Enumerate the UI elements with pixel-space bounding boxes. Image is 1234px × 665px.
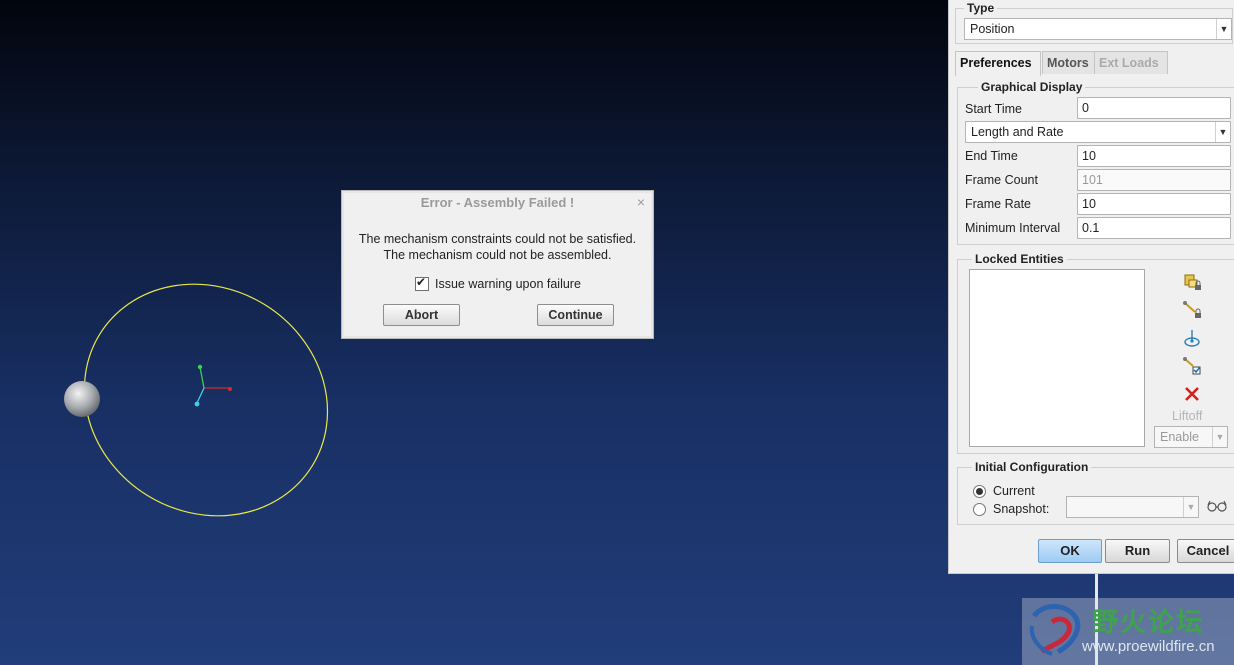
minimum-interval-input[interactable]: 0.1 xyxy=(1077,217,1231,239)
delete-icon[interactable] xyxy=(1182,384,1202,404)
abort-button[interactable]: Abort xyxy=(383,304,460,326)
frame-count-input: 101 xyxy=(1077,169,1231,191)
start-time-label: Start Time xyxy=(965,102,1022,116)
lock-body-icon[interactable] xyxy=(1182,272,1202,292)
chevron-down-icon: ▼ xyxy=(1212,427,1227,447)
watermark-logo-icon xyxy=(1029,604,1081,656)
lock-motion-icon[interactable] xyxy=(1182,328,1202,348)
cancel-button[interactable]: Cancel xyxy=(1177,539,1234,563)
analysis-definition-panel: Type Position ▼ Preferences Motors Ext L… xyxy=(948,0,1234,574)
current-radio[interactable] xyxy=(973,485,986,498)
current-label: Current xyxy=(993,484,1035,498)
chevron-down-icon[interactable]: ▼ xyxy=(1215,122,1230,142)
locked-entities-list[interactable] xyxy=(969,269,1145,447)
graphical-display-title: Graphical Display xyxy=(978,80,1086,94)
lock-connection-icon[interactable] xyxy=(1182,300,1202,320)
type-select[interactable]: Position ▼ xyxy=(964,18,1232,40)
locked-entities-title: Locked Entities xyxy=(972,252,1067,266)
continue-button[interactable]: Continue xyxy=(537,304,614,326)
enable-connection-icon[interactable] xyxy=(1182,356,1202,376)
run-button[interactable]: Run xyxy=(1105,539,1170,563)
message-line-2: The mechanism could not be assembled. xyxy=(383,248,612,262)
dialog-title: Error - Assembly Failed ! xyxy=(420,195,575,210)
ball-body[interactable] xyxy=(64,381,100,417)
snapshot-select: ▼ xyxy=(1066,496,1199,518)
close-icon[interactable]: × xyxy=(637,194,645,210)
end-time-label: End Time xyxy=(965,149,1018,163)
initial-configuration-title: Initial Configuration xyxy=(972,460,1092,474)
watermark: 野火论坛 www.proewildfire.cn xyxy=(1022,598,1234,665)
tab-motors[interactable]: Motors xyxy=(1042,51,1096,74)
watermark-url: www.proewildfire.cn xyxy=(1082,638,1215,655)
liftoff-select: Enable ▼ xyxy=(1154,426,1228,448)
frame-count-label: Frame Count xyxy=(965,173,1038,187)
issue-warning-option[interactable]: Issue warning upon failure xyxy=(415,275,581,291)
start-time-input[interactable]: 0 xyxy=(1077,97,1231,119)
liftoff-value: Enable xyxy=(1160,430,1199,444)
chevron-down-icon: ▼ xyxy=(1183,497,1198,517)
snapshot-radio[interactable] xyxy=(973,503,986,516)
glasses-icon[interactable] xyxy=(1206,499,1228,513)
type-group-title: Type xyxy=(964,1,998,15)
display-mode-select[interactable]: Length and Rate ▼ xyxy=(965,121,1231,143)
error-dialog: Error - Assembly Failed ! × The mechanis… xyxy=(341,190,654,339)
issue-warning-label: Issue warning upon failure xyxy=(435,277,581,291)
ok-button[interactable]: OK xyxy=(1038,539,1102,563)
message-line-1: The mechanism constraints could not be s… xyxy=(358,232,637,246)
coordinate-axes-icon xyxy=(194,364,232,407)
frame-rate-label: Frame Rate xyxy=(965,197,1031,211)
display-mode-value: Length and Rate xyxy=(971,125,1064,139)
minimum-interval-label: Minimum Interval xyxy=(965,221,1061,235)
watermark-title: 野火论坛 xyxy=(1092,608,1205,638)
dialog-message: The mechanism constraints could not be s… xyxy=(342,231,653,263)
issue-warning-checkbox[interactable] xyxy=(415,275,429,291)
liftoff-label: Liftoff xyxy=(1172,409,1203,423)
chevron-down-icon[interactable]: ▼ xyxy=(1216,19,1231,39)
end-time-input[interactable]: 10 xyxy=(1077,145,1231,167)
frame-rate-input[interactable]: 10 xyxy=(1077,193,1231,215)
type-select-value: Position xyxy=(970,22,1015,36)
tab-ext-loads: Ext Loads xyxy=(1094,51,1168,74)
tab-preferences[interactable]: Preferences xyxy=(955,51,1041,76)
snapshot-label: Snapshot: xyxy=(993,502,1050,516)
